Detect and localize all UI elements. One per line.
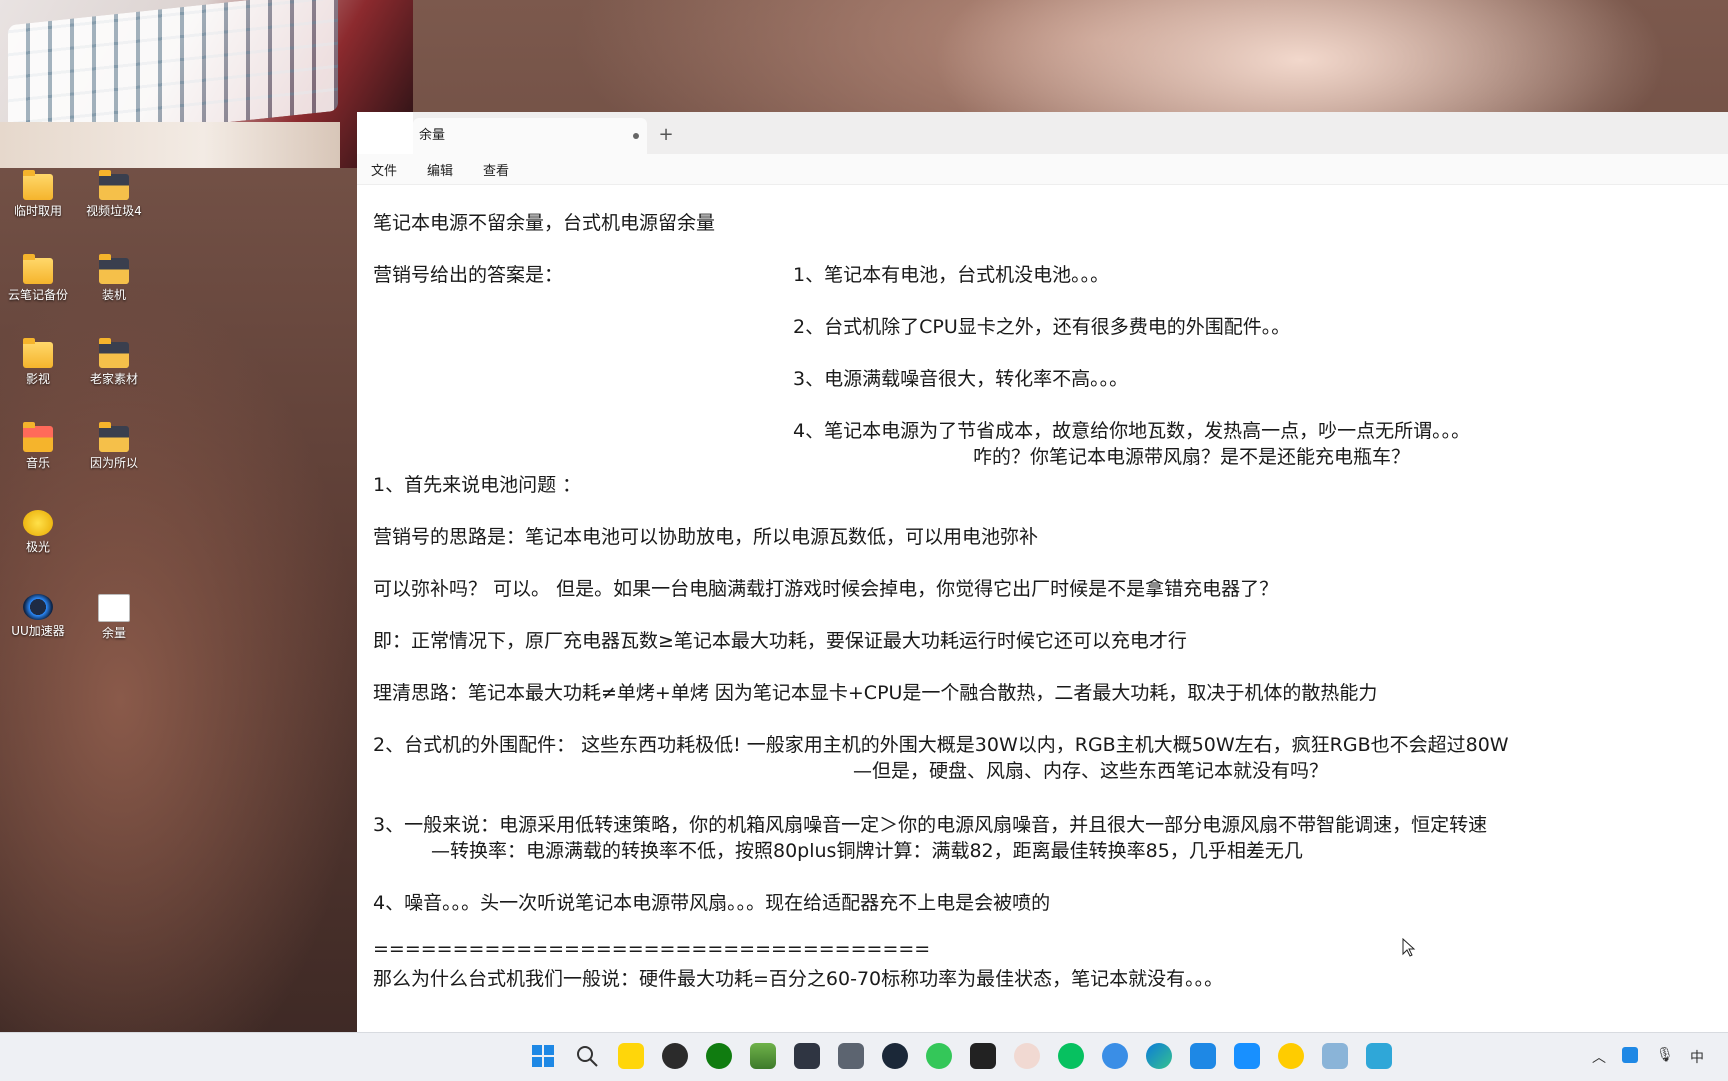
folder-icon [99, 422, 129, 452]
text-line: 1、首先来说电池问题 ： [373, 474, 582, 496]
anime-app-icon[interactable] [1014, 1043, 1040, 1069]
sticky-notes-icon[interactable] [618, 1043, 644, 1069]
mouse-cursor-icon [1402, 938, 1416, 957]
dragon-app-icon[interactable] [662, 1043, 688, 1069]
desktop-icon-label: 视频垃圾4 [86, 204, 142, 218]
keyboard-mat-image [0, 122, 340, 168]
text-line: =================================== [373, 938, 931, 960]
jiguang-taskbar-icon[interactable] [1278, 1043, 1304, 1069]
folder-icon [23, 170, 53, 200]
text-line: 3、电源满载噪音很大，转化率不高。。。 [793, 368, 1129, 390]
text-line: 2、台式机除了CPU显卡之外，还有很多费电的外围配件。。 [793, 316, 1291, 338]
app-active-icon[interactable] [1322, 1043, 1348, 1069]
text-line: 咋的？你笔记本电源带风扇？是不是还能充电瓶车？ [973, 446, 1411, 468]
sogou-icon[interactable] [970, 1043, 996, 1069]
text-line: 理清思路：笔记本最大功耗≠单烤+单烤 因为笔记本显卡+CPU是一个融合散热，二者… [373, 682, 1378, 704]
gallery-icon[interactable] [750, 1043, 776, 1069]
text-line: 营销号的思路是：笔记本电池可以协助放电，所以电源瓦数低，可以用电池弥补 [373, 526, 1039, 548]
notepad-taskbar-icon[interactable] [1366, 1043, 1392, 1069]
desktop-icon-label: 云笔记备份 [7, 288, 68, 302]
desktop-icon-folder-3[interactable]: 云笔记备份 [0, 252, 76, 303]
jiguang-app-icon [23, 510, 53, 536]
desktop-icon-folder-5[interactable]: 影视 [0, 336, 76, 387]
desktop-icon-app-jiguang[interactable]: 极光 [0, 504, 76, 555]
desktop-icon-text-file[interactable]: 余量 [76, 588, 152, 641]
xbox-icon[interactable] [706, 1043, 732, 1069]
desktop-icon-label: 余量 [101, 626, 126, 640]
desktop-icon-label: 音乐 [25, 456, 50, 470]
desktop-icon-label: 老家素材 [89, 372, 138, 386]
text-line: 笔记本电源不留余量，台式机电源留余量 [373, 212, 716, 234]
text-line: 可以弥补吗？ 可以。 但是。如果一台电脑满载打游戏时候会掉电，你觉得它出厂时候是… [373, 578, 1279, 600]
wechat-icon[interactable] [1058, 1043, 1084, 1069]
text-editor[interactable]: 笔记本电源不留余量，台式机电源留余量 营销号给出的答案是： 1、笔记本有电池，台… [373, 192, 1708, 1032]
menu-edit[interactable]: 编辑 [427, 160, 453, 179]
taskbar: ︿ 🎙 中 [0, 1032, 1728, 1081]
desktop-icon-folder-8[interactable]: 因为所以 [76, 420, 152, 471]
text-line: 那么为什么台式机我们一般说：硬件最大功耗=百分之60-70标称功率为最佳状态，笔… [373, 968, 1224, 990]
desktop-icon-folder-4[interactable]: 装机 [76, 252, 152, 303]
menu-view[interactable]: 查看 [483, 160, 509, 179]
feishu-icon[interactable] [1234, 1043, 1260, 1069]
uu-accelerator-icon [23, 594, 53, 620]
notepad-window: 余量 + 文件 编辑 查看 笔记本电源不留余量，台式机电源留余量 营销号给出的答… [357, 112, 1728, 1032]
desktop-icon-label: 因为所以 [89, 456, 138, 470]
menu-bar: 文件 编辑 查看 [357, 154, 1728, 185]
folder-icon [99, 170, 129, 200]
input-method-indicator[interactable]: 中 [1690, 1047, 1704, 1067]
desktop-icon-label: 装机 [101, 288, 126, 302]
desktop-icon-label: 影视 [25, 372, 50, 386]
folder-icon [99, 254, 129, 284]
tab-title: 余量 [419, 128, 446, 143]
text-line: 1、笔记本有电池，台式机没电池。。。 [793, 264, 1110, 286]
desktop-icon-app-uu[interactable]: UU加速器 [0, 588, 76, 639]
desktop-icon-label: 临时取用 [13, 204, 62, 218]
text-line: 4、笔记本电源为了节省成本，故意给你地瓦数，发热高一点，吵一点无所谓。。。 [793, 420, 1471, 442]
folder-icon [23, 338, 53, 368]
desktop-icon-folder-6[interactable]: 老家素材 [76, 336, 152, 387]
windows-start-icon[interactable] [530, 1043, 556, 1069]
search-icon[interactable] [574, 1043, 600, 1069]
tab-document[interactable]: 余量 [413, 118, 647, 154]
text-line: —但是，硬盘、风扇、内存、这些东西笔记本就没有吗？ [853, 760, 1329, 782]
vpn-icon[interactable] [1190, 1043, 1216, 1069]
tab-bar: 余量 + [413, 112, 1728, 154]
desktop-icon-label: 极光 [25, 540, 50, 554]
desktop-icon-folder-7[interactable]: 音乐 [0, 420, 76, 471]
steam-icon[interactable] [882, 1043, 908, 1069]
text-line: 营销号给出的答案是： [373, 264, 564, 286]
new-tab-button[interactable]: + [653, 122, 679, 148]
text-line: 2、台式机的外围配件： 这些东西功耗极低! 一般家用主机的外围大概是30W以内，… [373, 734, 1509, 756]
menu-file[interactable]: 文件 [371, 160, 397, 179]
edge-dev-icon[interactable] [1102, 1043, 1128, 1069]
desktop-icon-label: UU加速器 [11, 624, 65, 638]
desktop-icon-folder-2[interactable]: 视频垃圾4 [76, 168, 152, 219]
text-line: 3、一般来说：电源采用低转速策略，你的机箱风扇噪音一定＞你的电源风扇噪音，并且很… [373, 814, 1488, 836]
text-file-icon [98, 594, 130, 622]
green-app-icon[interactable] [926, 1043, 952, 1069]
bluetooth-icon[interactable] [1622, 1047, 1638, 1063]
chevron-up-icon[interactable]: ︿ [1592, 1047, 1606, 1067]
edge-icon[interactable] [1146, 1043, 1172, 1069]
microphone-icon[interactable]: 🎙 [1656, 1047, 1674, 1063]
folder-icon [23, 254, 53, 284]
text-line: 即：正常情况下，原厂充电器瓦数≥笔记本最大功耗，要保证最大功耗运行时候它还可以充… [373, 630, 1187, 652]
calculator-icon[interactable] [838, 1043, 864, 1069]
text-line: —转换率：电源满载的转换率不低，按照80plus铜牌计算：满载82，距离最佳转换… [431, 840, 1303, 862]
camera-icon[interactable] [794, 1043, 820, 1069]
desktop-icon-folder-1[interactable]: 临时取用 [0, 168, 76, 219]
unsaved-dot-icon[interactable] [633, 133, 639, 139]
text-line: 4、噪音。。。头一次听说笔记本电源带风扇。。。现在给适配器充不上电是会被喷的 [373, 892, 1051, 914]
folder-icon [23, 422, 53, 452]
folder-icon [99, 338, 129, 368]
webcam-overlay [0, 0, 413, 168]
